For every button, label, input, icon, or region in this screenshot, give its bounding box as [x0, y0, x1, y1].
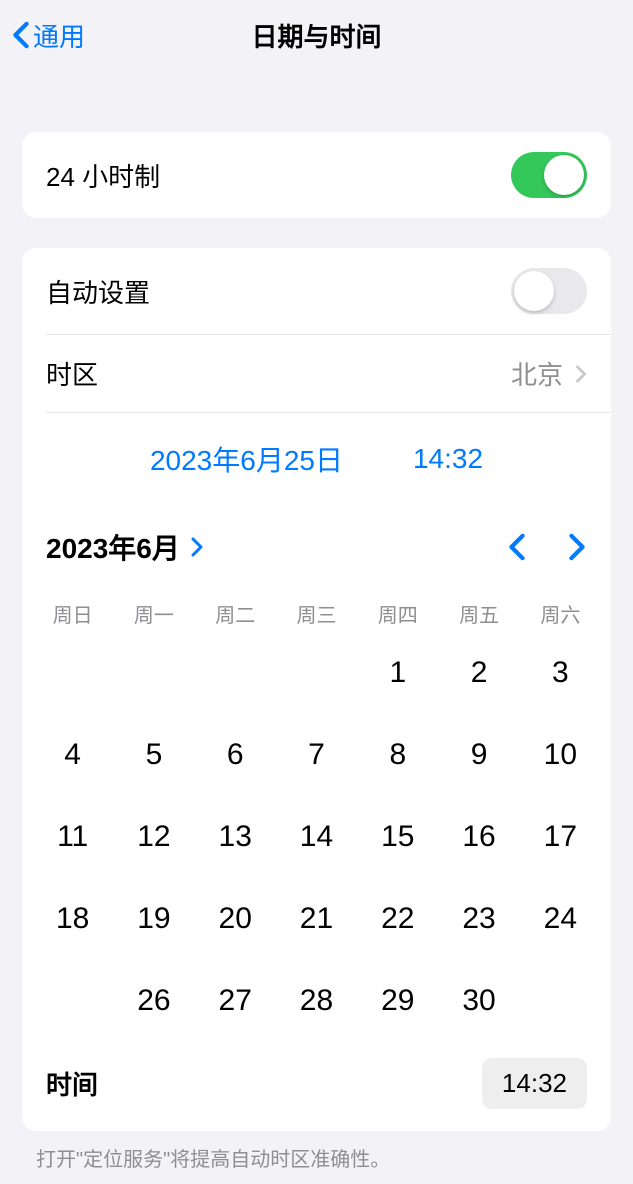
day-cell[interactable]: 3 — [520, 644, 601, 702]
day-cell[interactable]: 28 — [276, 972, 357, 1030]
day-cell[interactable]: 13 — [195, 808, 276, 866]
day-cell[interactable]: 18 — [32, 890, 113, 948]
weekday-label: 周一 — [113, 593, 194, 634]
day-cell[interactable]: 8 — [357, 726, 438, 784]
day-cell[interactable]: 16 — [438, 808, 519, 866]
prev-month-button[interactable] — [507, 533, 527, 561]
weekday-header: 周日周一周二周三周四周五周六 — [22, 583, 611, 634]
time-picker-button[interactable]: 14:32 — [482, 1058, 587, 1109]
month-picker-button[interactable]: 2023年6月 — [46, 527, 204, 567]
day-cell[interactable]: 9 — [438, 726, 519, 784]
weekday-label: 周六 — [520, 593, 601, 634]
day-cell[interactable]: 24 — [520, 890, 601, 948]
calendar-grid: 1234567891011121314151617181920212223242… — [22, 634, 611, 1040]
day-cell[interactable]: 30 — [438, 972, 519, 1030]
day-cell[interactable]: 7 — [276, 726, 357, 784]
time-row: 时间 14:32 — [22, 1040, 611, 1131]
weekday-label: 周二 — [195, 593, 276, 634]
day-cell[interactable]: 25 — [32, 972, 113, 1030]
hour24-label: 24 小时制 — [46, 157, 160, 194]
day-cell[interactable]: 21 — [276, 890, 357, 948]
day-cell[interactable]: 4 — [32, 726, 113, 784]
autoset-row: 自动设置 — [22, 248, 611, 334]
chevron-left-icon — [12, 21, 30, 49]
autoset-toggle[interactable] — [511, 268, 587, 314]
weekday-label: 周四 — [357, 593, 438, 634]
page-title: 日期与时间 — [251, 17, 381, 54]
day-cell[interactable]: 14 — [276, 808, 357, 866]
day-cell[interactable]: 26 — [113, 972, 194, 1030]
day-empty — [195, 644, 276, 702]
day-cell[interactable]: 10 — [520, 726, 601, 784]
day-cell[interactable]: 23 — [438, 890, 519, 948]
weekday-label: 周五 — [438, 593, 519, 634]
day-empty — [276, 644, 357, 702]
day-cell[interactable]: 1 — [357, 644, 438, 702]
timezone-value: 北京 — [511, 355, 563, 392]
chevron-right-icon — [190, 537, 204, 557]
footer-note: 打开"定位服务"将提高自动时区准确性。 — [0, 1131, 633, 1184]
day-cell[interactable]: 15 — [357, 808, 438, 866]
day-cell[interactable]: 5 — [113, 726, 194, 784]
back-label: 通用 — [33, 17, 85, 54]
next-month-button[interactable] — [567, 533, 587, 561]
day-cell[interactable]: 20 — [195, 890, 276, 948]
day-cell[interactable]: 2 — [438, 644, 519, 702]
day-cell[interactable]: 27 — [195, 972, 276, 1030]
autoset-label: 自动设置 — [46, 273, 150, 310]
timezone-row[interactable]: 时区 北京 — [22, 335, 611, 412]
day-empty — [113, 644, 194, 702]
day-cell[interactable]: 6 — [195, 726, 276, 784]
day-empty — [32, 644, 113, 702]
day-cell[interactable]: 29 — [357, 972, 438, 1030]
timezone-label: 时区 — [46, 355, 98, 392]
weekday-label: 周三 — [276, 593, 357, 634]
hour24-toggle[interactable] — [511, 152, 587, 198]
day-cell[interactable]: 22 — [357, 890, 438, 948]
weekday-label: 周日 — [32, 593, 113, 634]
chevron-right-icon — [575, 365, 587, 383]
day-cell[interactable]: 12 — [113, 808, 194, 866]
day-cell[interactable]: 11 — [32, 808, 113, 866]
selected-time-value[interactable]: 14:32 — [413, 443, 483, 475]
datetime-display-row: 2023年6月25日 14:32 — [22, 413, 611, 499]
selected-date-value[interactable]: 2023年6月25日 — [150, 439, 343, 479]
hour24-row: 24 小时制 — [22, 132, 611, 218]
day-cell[interactable]: 17 — [520, 808, 601, 866]
time-label: 时间 — [46, 1065, 98, 1102]
back-button[interactable]: 通用 — [12, 17, 85, 54]
day-cell[interactable]: 19 — [113, 890, 194, 948]
month-label: 2023年6月 — [46, 527, 180, 567]
